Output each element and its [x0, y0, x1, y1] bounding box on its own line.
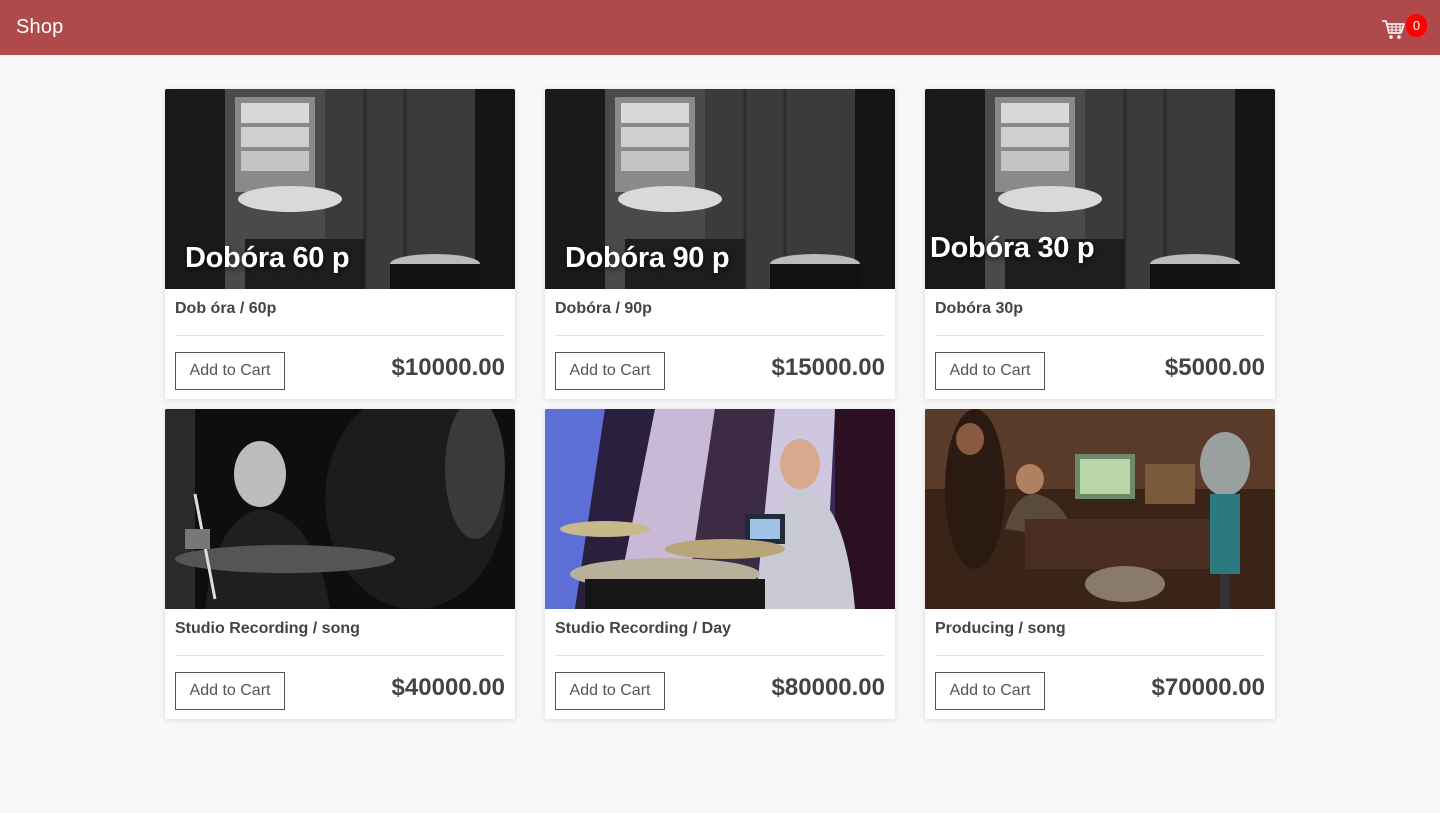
product-image-recording-studio[interactable]: [925, 409, 1275, 609]
divider: [175, 335, 505, 336]
divider: [555, 335, 885, 336]
product-image-drum-room[interactable]: Dobóra 90 p: [545, 89, 895, 289]
divider: [935, 335, 1265, 336]
product-price: $5000.00: [1164, 353, 1265, 381]
product-price: $15000.00: [771, 353, 885, 381]
product-image-drum-room[interactable]: Dobóra 60 p: [165, 89, 515, 289]
image-overlay-text: Dobóra 30 p: [930, 232, 1095, 264]
add-to-cart-button[interactable]: Add to Cart: [935, 672, 1045, 710]
add-to-cart-button[interactable]: Add to Cart: [555, 672, 665, 710]
product-title: Studio Recording / song: [175, 620, 360, 637]
product-image-drum-room[interactable]: Dobóra 30 p: [925, 89, 1275, 289]
product-card: Dobóra 90 p Dobóra / 90p Add to Cart $15…: [545, 89, 895, 399]
cart-count-badge: 0: [1406, 13, 1427, 37]
top-navbar: Shop 0: [0, 0, 1440, 55]
product-grid: Dobóra 60 p Dob óra / 60p Add to Cart $1…: [165, 89, 1275, 719]
product-title: Dobóra / 90p: [555, 300, 652, 317]
product-card: Studio Recording / Day Add to Cart $8000…: [545, 409, 895, 719]
product-card: Studio Recording / song Add to Cart $400…: [165, 409, 515, 719]
shopping-cart-icon: [1382, 19, 1405, 39]
product-price: $70000.00: [1151, 673, 1265, 701]
product-card: Producing / song Add to Cart $70000.00: [925, 409, 1275, 719]
brand-link[interactable]: Shop: [16, 16, 64, 39]
product-price: $10000.00: [391, 353, 505, 381]
cart-button[interactable]: 0: [1378, 8, 1427, 48]
product-card: Dobóra 30 p Dobóra 30p Add to Cart $5000…: [925, 89, 1275, 399]
add-to-cart-button[interactable]: Add to Cart: [935, 352, 1045, 390]
add-to-cart-button[interactable]: Add to Cart: [555, 352, 665, 390]
product-title: Dob óra / 60p: [175, 300, 277, 317]
divider: [175, 655, 505, 656]
image-overlay-text: Dobóra 60 p: [185, 242, 350, 274]
add-to-cart-button[interactable]: Add to Cart: [175, 352, 285, 390]
product-image-drummer-studio[interactable]: [545, 409, 895, 609]
product-title: Producing / song: [935, 620, 1066, 637]
product-price: $40000.00: [391, 673, 505, 701]
image-overlay-text: Dobóra 90 p: [565, 242, 730, 274]
divider: [935, 655, 1265, 656]
product-title: Dobóra 30p: [935, 300, 1024, 317]
add-to-cart-button[interactable]: Add to Cart: [175, 672, 285, 710]
product-image-drummer-bw[interactable]: [165, 409, 515, 609]
product-card: Dobóra 60 p Dob óra / 60p Add to Cart $1…: [165, 89, 515, 399]
product-title: Studio Recording / Day: [555, 620, 732, 637]
divider: [555, 655, 885, 656]
product-price: $80000.00: [771, 673, 885, 701]
